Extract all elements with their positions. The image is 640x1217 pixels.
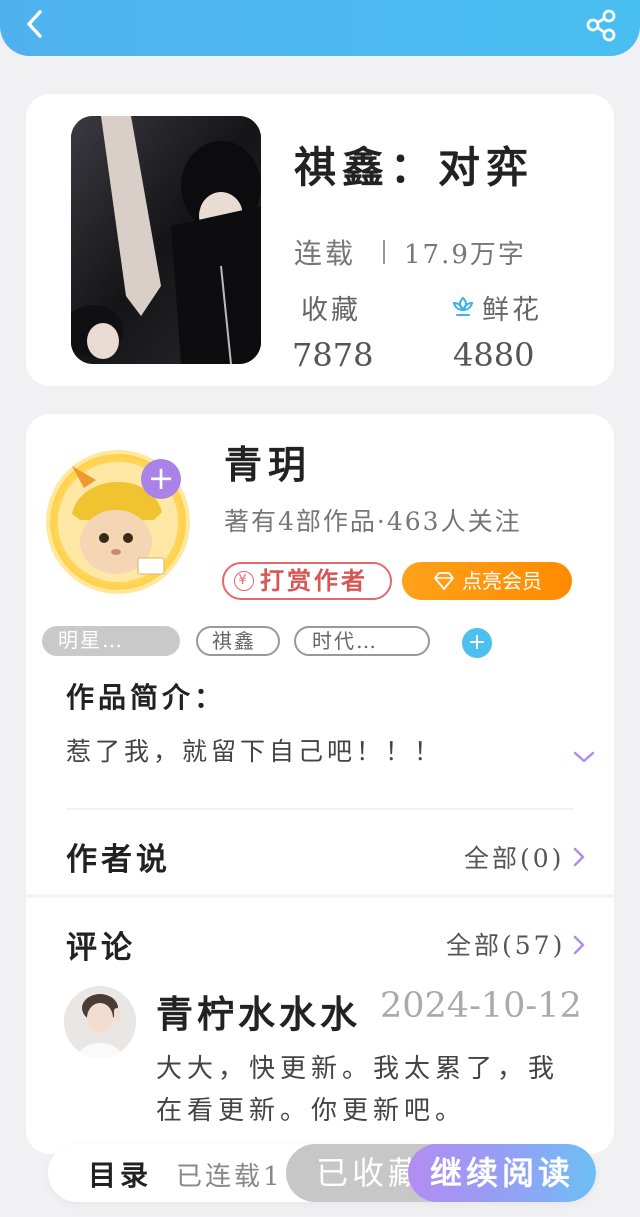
yen-icon: ¥ [234,571,254,591]
comment-text: 大大，快更新。我太累了，我在看更新。你更新吧。 [156,1054,560,1126]
commenter-name[interactable]: 青柠水水水 [156,984,361,1038]
tip-author-label: 打赏作者 [260,566,368,595]
tag-chip[interactable]: 明星… [42,626,180,656]
diamond-icon [434,572,454,590]
share-icon[interactable] [584,8,618,42]
favorites-count: 7878 [292,336,374,374]
author-name[interactable]: 青玥 [224,434,312,489]
follow-author-button[interactable]: + [141,459,181,499]
chevron-right-icon[interactable] [572,934,586,956]
chevron-right-icon[interactable] [572,846,586,868]
add-tag-button[interactable]: + [462,628,492,658]
divider [383,240,385,264]
continue-reading-button[interactable]: 继续阅读 [408,1144,596,1202]
catalog-button[interactable]: 目录 [88,1154,152,1194]
book-info-card: 祺鑫：对弈 连载 17.9万字 收藏 鲜花 7878 4880 [26,94,614,386]
favorites-label: 收藏 [301,295,361,326]
flowers-label: 鲜花 [482,295,542,326]
divider [26,894,614,898]
chevron-down-icon[interactable] [572,748,596,766]
comment-date: 2024-10-12 [380,986,582,1026]
commenter-avatar[interactable] [64,986,136,1058]
word-count: 17.9万字 [404,240,526,270]
serial-info: 已连载1 [176,1162,283,1192]
comments-title: 评论 [66,930,136,966]
comments-all-link[interactable]: 全部(57) [446,926,565,962]
tag-chip[interactable]: 祺鑫 [196,626,280,656]
author-stats: 著有4部作品·463人关注 [224,507,522,536]
intro-title: 作品简介： [66,681,227,714]
tip-author-button[interactable]: ¥ 打赏作者 [222,562,392,600]
tag-chip[interactable]: 时代… [294,626,430,656]
book-title: 祺鑫：对弈 [294,143,535,192]
top-bar [0,0,640,56]
author-says-all-link[interactable]: 全部(0) [464,839,564,875]
bottom-action-bar: 目录 已连载1 已收藏 继续阅读 [48,1144,596,1202]
author-says-title: 作者说 [66,842,171,878]
vip-label: 点亮会员 [462,569,542,593]
book-cover[interactable] [71,116,261,364]
details-card: + 青玥 著有4部作品·463人关注 ¥ 打赏作者 点亮会员 明星… 祺鑫 时代… [26,414,614,1154]
flower-icon [452,296,474,316]
vip-button[interactable]: 点亮会员 [402,562,572,600]
flowers-count: 4880 [453,336,535,374]
chevron-left-icon[interactable] [20,8,52,40]
intro-text: 惹了我，就留下自己吧！！！ [66,737,444,766]
serial-status: 连载 [294,237,357,270]
divider [66,808,574,810]
